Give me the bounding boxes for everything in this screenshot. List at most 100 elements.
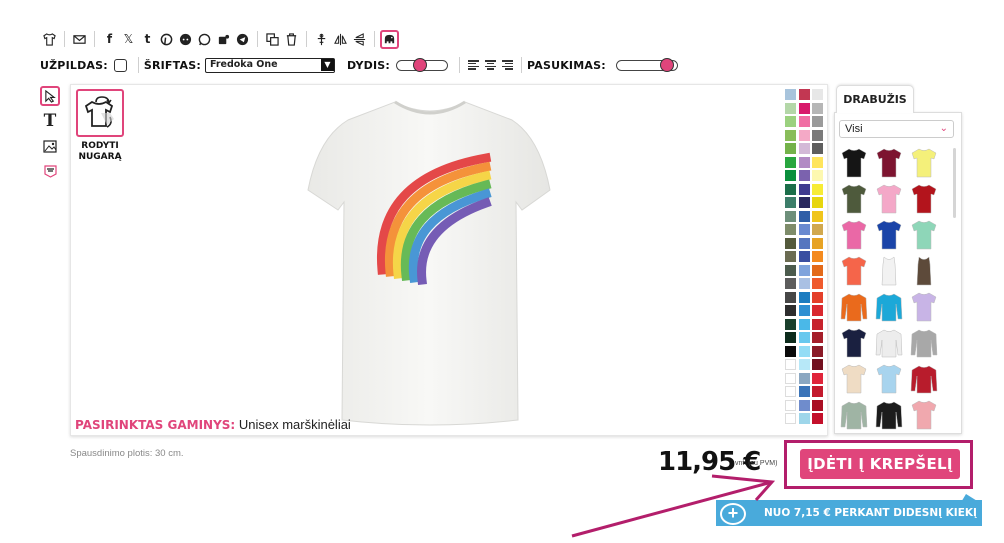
garment-item-tshirt-cream[interactable]: [840, 364, 868, 394]
design-icon[interactable]: [40, 160, 60, 180]
color-swatch[interactable]: [798, 413, 810, 424]
color-swatch[interactable]: [812, 237, 823, 249]
color-swatch[interactable]: [798, 386, 810, 397]
rotation-slider-knob[interactable]: [659, 57, 674, 72]
reddit-icon[interactable]: [176, 30, 195, 49]
color-swatch[interactable]: [812, 251, 823, 262]
align-left-icon[interactable]: [467, 60, 479, 70]
color-swatch[interactable]: [785, 318, 796, 330]
garment-item-tshirt-pink[interactable]: [875, 184, 903, 214]
color-swatch[interactable]: [785, 102, 796, 114]
garment-item-raglan-black-white[interactable]: [875, 328, 903, 358]
garment-item-tshirt-tiedye[interactable]: [910, 292, 938, 322]
facebook-icon[interactable]: f: [100, 30, 119, 49]
image-icon[interactable]: [40, 136, 60, 156]
color-swatch[interactable]: [785, 305, 796, 316]
color-swatch[interactable]: [785, 237, 796, 249]
color-swatch[interactable]: [785, 359, 796, 370]
color-swatch[interactable]: [812, 359, 823, 370]
garment-item-tshirt-blue[interactable]: [875, 220, 903, 250]
rotation-slider[interactable]: [615, 57, 678, 72]
color-swatch[interactable]: [798, 156, 810, 168]
garment-item-tank-brown[interactable]: [910, 256, 938, 286]
color-swatch[interactable]: [798, 359, 810, 370]
garment-item-tshirt-lightblue[interactable]: [875, 364, 903, 394]
color-swatch[interactable]: [785, 89, 796, 100]
color-swatch[interactable]: [812, 413, 823, 424]
size-slider[interactable]: [395, 57, 448, 72]
color-swatch[interactable]: [798, 116, 810, 127]
color-swatch[interactable]: [798, 278, 810, 289]
font-select[interactable]: Fredoka One ▼: [204, 57, 335, 73]
color-swatch[interactable]: [812, 129, 823, 141]
color-swatch[interactable]: [812, 345, 823, 357]
elephant-icon[interactable]: [380, 29, 399, 49]
garment-item-tshirt-hotpink[interactable]: [840, 220, 868, 250]
color-swatch[interactable]: [812, 264, 823, 276]
color-swatch[interactable]: [785, 170, 796, 181]
color-swatch[interactable]: [812, 143, 823, 154]
color-swatch[interactable]: [812, 305, 823, 316]
color-swatch[interactable]: [812, 183, 823, 195]
color-swatch[interactable]: [812, 170, 823, 181]
color-swatch[interactable]: [785, 291, 796, 303]
garment-filter-select[interactable]: Visi ⌄: [839, 120, 954, 138]
color-swatch[interactable]: [785, 210, 796, 222]
garment-item-hoodie-black-orange[interactable]: [875, 400, 903, 430]
align-right-icon[interactable]: [501, 60, 513, 70]
color-swatch[interactable]: [812, 102, 823, 114]
tshirt-icon[interactable]: [40, 30, 59, 49]
color-swatch[interactable]: [798, 102, 810, 114]
color-swatch[interactable]: [785, 345, 796, 357]
garment-item-tank-white[interactable]: [875, 256, 903, 286]
teams-icon[interactable]: [214, 30, 233, 49]
color-swatch[interactable]: [798, 318, 810, 330]
color-swatch[interactable]: [812, 116, 823, 127]
garment-item-tshirt-coral[interactable]: [840, 256, 868, 286]
color-swatch[interactable]: [798, 197, 810, 208]
color-swatch[interactable]: [812, 318, 823, 330]
telegram-icon[interactable]: [233, 30, 252, 49]
fill-checkbox[interactable]: [113, 58, 127, 72]
add-to-cart-button[interactable]: ĮDĖTI Į KREPŠELĮ: [800, 449, 960, 479]
color-swatch[interactable]: [812, 291, 823, 303]
color-swatch[interactable]: [812, 89, 823, 100]
color-swatch[interactable]: [798, 224, 810, 235]
color-swatch[interactable]: [798, 305, 810, 316]
color-swatch[interactable]: [798, 372, 810, 384]
garment-item-tshirt-red[interactable]: [910, 184, 938, 214]
color-swatch[interactable]: [785, 129, 796, 141]
color-swatch[interactable]: [785, 116, 796, 127]
cursor-icon[interactable]: [40, 86, 60, 106]
garment-item-sweatshirt-grey[interactable]: [910, 328, 938, 358]
color-swatch[interactable]: [785, 386, 796, 397]
color-swatch[interactable]: [798, 170, 810, 181]
garment-item-tshirt-navy[interactable]: [840, 328, 868, 358]
flip-horizontal-icon[interactable]: [331, 30, 350, 49]
trash-icon[interactable]: [282, 30, 301, 49]
color-swatch[interactable]: [785, 197, 796, 208]
flip-vertical-icon[interactable]: [350, 30, 369, 49]
garment-item-tshirt-olive[interactable]: [840, 184, 868, 214]
garment-item-tshirt-yellow[interactable]: [910, 148, 938, 178]
color-swatch[interactable]: [785, 399, 796, 411]
x-icon[interactable]: 𝕏: [119, 30, 138, 49]
color-swatch[interactable]: [798, 89, 810, 100]
color-swatch[interactable]: [798, 399, 810, 411]
color-swatch[interactable]: [798, 345, 810, 357]
color-swatch[interactable]: [798, 291, 810, 303]
color-swatch[interactable]: [798, 237, 810, 249]
color-swatch[interactable]: [812, 156, 823, 168]
garment-item-hoodie-cyan[interactable]: [875, 292, 903, 322]
color-swatch[interactable]: [785, 372, 796, 384]
color-swatch[interactable]: [785, 413, 796, 424]
garment-item-tshirt-black[interactable]: [840, 148, 868, 178]
duplicate-icon[interactable]: [263, 30, 282, 49]
garment-item-longsleeve-sage[interactable]: [840, 400, 868, 430]
garment-item-jacket-red[interactable]: [910, 364, 938, 394]
color-swatch[interactable]: [785, 251, 796, 262]
color-swatch[interactable]: [785, 278, 796, 289]
color-swatch[interactable]: [812, 399, 823, 411]
color-swatch[interactable]: [798, 264, 810, 276]
color-swatch[interactable]: [812, 386, 823, 397]
